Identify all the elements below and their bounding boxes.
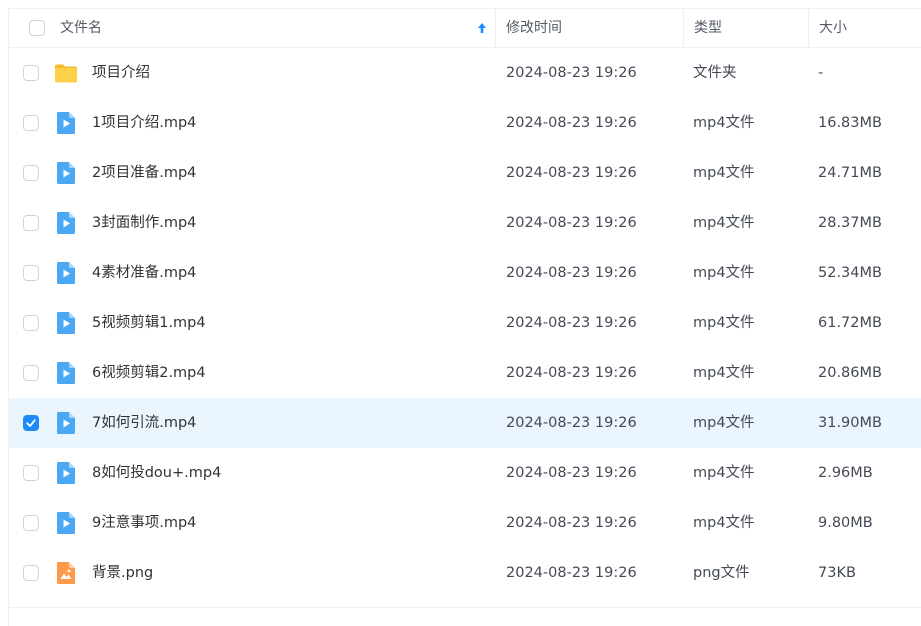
video-file-icon [57, 412, 75, 434]
file-list: 文件名 修改时间 类型 大小 项目介绍 2024-08-23 19:26 文件夹 - 1… [8, 8, 921, 626]
select-all-checkbox[interactable] [29, 20, 45, 36]
file-type: png文件 [693, 565, 750, 581]
file-modified-time: 2024-08-23 19:26 [506, 365, 637, 381]
video-file-icon [57, 262, 75, 284]
video-file-icon [57, 512, 75, 534]
file-row[interactable]: 项目介绍 2024-08-23 19:26 文件夹 - [9, 48, 921, 98]
file-size: 9.80MB [818, 515, 873, 531]
file-type: mp4文件 [693, 515, 755, 531]
file-type: mp4文件 [693, 215, 755, 231]
video-file-icon [57, 162, 75, 184]
column-header-name[interactable]: 文件名 [60, 9, 102, 47]
file-modified-time: 2024-08-23 19:26 [506, 465, 637, 481]
file-row[interactable]: 5视频剪辑1.mp4 2024-08-23 19:26 mp4文件 61.72MB [9, 298, 921, 348]
column-header-type[interactable]: 类型 [694, 9, 722, 47]
file-type: mp4文件 [693, 365, 755, 381]
file-size: 2.96MB [818, 465, 873, 481]
video-file-icon [57, 312, 75, 334]
file-name[interactable]: 3封面制作.mp4 [92, 198, 196, 248]
row-checkbox[interactable] [23, 215, 39, 231]
file-row[interactable]: 7如何引流.mp4 2024-08-23 19:26 mp4文件 31.90MB [9, 398, 921, 448]
file-type: mp4文件 [693, 115, 755, 131]
row-checkbox[interactable] [23, 265, 39, 281]
file-size: 20.86MB [818, 365, 882, 381]
file-name[interactable]: 6视频剪辑2.mp4 [92, 348, 206, 398]
row-checkbox[interactable] [23, 515, 39, 531]
file-name[interactable]: 2项目准备.mp4 [92, 148, 196, 198]
file-row[interactable]: 背景.png 2024-08-23 19:26 png文件 73KB [9, 548, 921, 598]
file-name[interactable]: 4素材准备.mp4 [92, 248, 196, 298]
video-file-icon [57, 212, 75, 234]
file-size: - [818, 65, 824, 81]
file-row[interactable]: 8如何投dou+.mp4 2024-08-23 19:26 mp4文件 2.96MB [9, 448, 921, 498]
file-row[interactable]: 9注意事项.mp4 2024-08-23 19:26 mp4文件 9.80MB [9, 498, 921, 548]
row-checkbox[interactable] [23, 315, 39, 331]
file-row[interactable]: 1项目介绍.mp4 2024-08-23 19:26 mp4文件 16.83MB [9, 98, 921, 148]
column-header-modified[interactable]: 修改时间 [506, 9, 562, 47]
folder-icon [55, 64, 77, 83]
file-name[interactable]: 8如何投dou+.mp4 [92, 448, 221, 498]
file-size: 52.34MB [818, 265, 882, 281]
file-row[interactable]: 4素材准备.mp4 2024-08-23 19:26 mp4文件 52.34MB [9, 248, 921, 298]
file-name[interactable]: 1项目介绍.mp4 [92, 98, 196, 148]
file-size: 28.37MB [818, 215, 882, 231]
file-modified-time: 2024-08-23 19:26 [506, 115, 637, 131]
video-file-icon [57, 362, 75, 384]
row-checkbox[interactable] [23, 115, 39, 131]
column-divider [495, 9, 496, 47]
file-size: 31.90MB [818, 415, 882, 431]
list-bottom-divider [9, 607, 921, 608]
column-divider [683, 9, 684, 47]
file-size: 16.83MB [818, 115, 882, 131]
file-type: mp4文件 [693, 315, 755, 331]
row-checkbox[interactable] [23, 65, 39, 81]
file-name[interactable]: 背景.png [92, 548, 153, 598]
column-divider [808, 9, 809, 47]
video-file-icon [57, 112, 75, 134]
row-checkbox[interactable] [23, 565, 39, 581]
file-type: mp4文件 [693, 265, 755, 281]
file-type: mp4文件 [693, 415, 755, 431]
file-name[interactable]: 5视频剪辑1.mp4 [92, 298, 206, 348]
file-modified-time: 2024-08-23 19:26 [506, 415, 637, 431]
image-file-icon [57, 562, 75, 584]
file-type: mp4文件 [693, 165, 755, 181]
file-modified-time: 2024-08-23 19:26 [506, 315, 637, 331]
checkmark-icon [26, 419, 36, 427]
row-checkbox[interactable] [23, 165, 39, 181]
file-modified-time: 2024-08-23 19:26 [506, 165, 637, 181]
row-checkbox[interactable] [23, 465, 39, 481]
file-list-header: 文件名 修改时间 类型 大小 [9, 9, 921, 48]
file-modified-time: 2024-08-23 19:26 [506, 265, 637, 281]
file-name[interactable]: 7如何引流.mp4 [92, 398, 196, 448]
file-name[interactable]: 项目介绍 [92, 48, 150, 98]
row-checkbox[interactable] [23, 415, 39, 431]
file-type: mp4文件 [693, 465, 755, 481]
file-size: 73KB [818, 565, 856, 581]
file-name[interactable]: 9注意事项.mp4 [92, 498, 196, 548]
file-rows: 项目介绍 2024-08-23 19:26 文件夹 - 1项目介绍.mp4 2024-08… [9, 48, 921, 598]
file-row[interactable]: 3封面制作.mp4 2024-08-23 19:26 mp4文件 28.37MB [9, 198, 921, 248]
file-size: 24.71MB [818, 165, 882, 181]
row-checkbox[interactable] [23, 365, 39, 381]
file-type: 文件夹 [693, 65, 737, 81]
video-file-icon [57, 462, 75, 484]
file-modified-time: 2024-08-23 19:26 [506, 515, 637, 531]
sort-ascending-icon[interactable] [476, 22, 488, 34]
file-modified-time: 2024-08-23 19:26 [506, 565, 637, 581]
file-row[interactable]: 2项目准备.mp4 2024-08-23 19:26 mp4文件 24.71MB [9, 148, 921, 198]
file-modified-time: 2024-08-23 19:26 [506, 65, 637, 81]
file-modified-time: 2024-08-23 19:26 [506, 215, 637, 231]
file-size: 61.72MB [818, 315, 882, 331]
column-header-size[interactable]: 大小 [819, 9, 847, 47]
file-row[interactable]: 6视频剪辑2.mp4 2024-08-23 19:26 mp4文件 20.86MB [9, 348, 921, 398]
